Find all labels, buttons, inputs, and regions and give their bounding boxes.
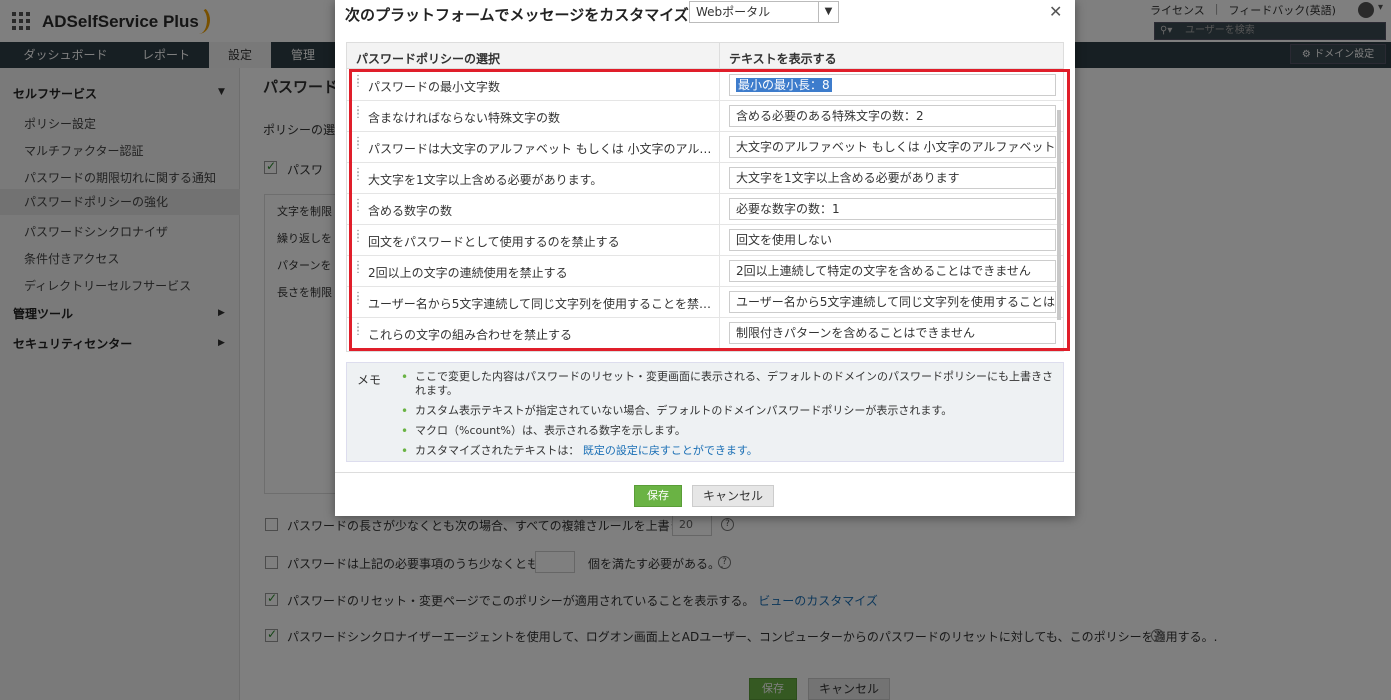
memo-item: ここで変更した内容はパスワードのリセット・変更画面に表示される、デフォルトのドメ… [399, 370, 1059, 398]
customize-message-dialog: 次のプラットフォームでメッセージをカスタマイズ： Webポータル ▼ ✕ パスワ… [335, 0, 1075, 516]
chevron-down-icon[interactable]: ▼ [818, 2, 838, 22]
column-header-policy: パスワードポリシーの選択 [356, 52, 501, 66]
dialog-footer: 保存 キャンセル [335, 472, 1075, 516]
platform-select-value: Webポータル [696, 5, 771, 19]
close-icon[interactable]: ✕ [1049, 2, 1062, 21]
dialog-cancel-button[interactable]: キャンセル [692, 485, 774, 507]
restore-defaults-link[interactable]: 既定の設定に戻すことができます。 [583, 444, 758, 457]
memo-item: マクロ（%count%）は、表示される数字を示します。 [399, 424, 1059, 438]
memo-item: カスタマイズされたテキストは： 既定の設定に戻すことができます。 [399, 444, 1059, 458]
dialog-title: 次のプラットフォームでメッセージをカスタマイズ： [345, 6, 704, 24]
memo-item: カスタム表示テキストが指定されていない場合、デフォルトのドメインパスワードポリシ… [399, 404, 1059, 418]
memo-panel: メモ ここで変更した内容はパスワードのリセット・変更画面に表示される、デフォルト… [346, 362, 1064, 462]
memo-label: メモ [357, 373, 382, 387]
memo-item-text: カスタマイズされたテキストは： [415, 444, 580, 457]
table-header: パスワードポリシーの選択 テキストを表示する [347, 43, 1063, 69]
column-divider [719, 43, 720, 69]
memo-list: ここで変更した内容はパスワードのリセット・変更画面に表示される、デフォルトのドメ… [399, 370, 1059, 464]
platform-select[interactable]: Webポータル ▼ [689, 1, 839, 23]
highlight-annotation-box [349, 69, 1070, 351]
dialog-save-button[interactable]: 保存 [634, 485, 682, 507]
column-header-text: テキストを表示する [729, 52, 837, 66]
